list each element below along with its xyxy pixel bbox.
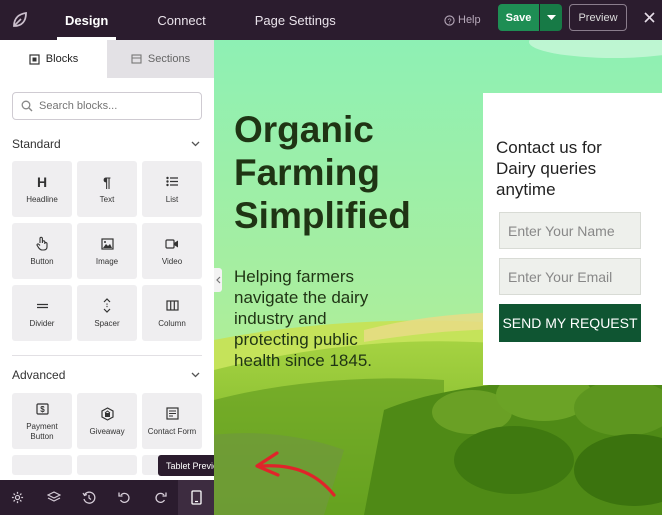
- block-button[interactable]: Button: [12, 223, 72, 279]
- tab-sections-label: Sections: [147, 53, 191, 65]
- hero-headline[interactable]: Organic Farming Simplified: [234, 108, 464, 237]
- blocks-sidebar: Blocks Sections Standard H Headline ¶ Te…: [0, 40, 214, 480]
- tab-connect[interactable]: Connect: [143, 0, 219, 40]
- contact-form-card: Contact us for Dairy queries anytime Ent…: [483, 93, 662, 385]
- block-more[interactable]: [12, 455, 72, 475]
- settings-icon[interactable]: [0, 480, 36, 515]
- page-canvas[interactable]: Organic Farming Simplified Helping farme…: [214, 40, 662, 515]
- column-icon: [165, 298, 179, 314]
- block-column[interactable]: Column: [142, 285, 202, 341]
- layers-icon[interactable]: [36, 480, 72, 515]
- block-label: Payment Button: [26, 421, 58, 441]
- standard-section-header[interactable]: Standard: [0, 136, 214, 152]
- advanced-heading: Advanced: [12, 368, 66, 382]
- sections-icon: [131, 54, 142, 64]
- block-label: Divider: [29, 318, 55, 328]
- block-label: Contact Form: [147, 426, 197, 436]
- image-icon: [100, 236, 114, 252]
- svg-text:$: $: [40, 405, 45, 414]
- svg-text:?: ?: [447, 16, 451, 25]
- chevron-up-icon: [191, 372, 200, 378]
- list-icon: [165, 174, 179, 190]
- undo-icon[interactable]: [107, 480, 143, 515]
- caret-down-icon: [546, 14, 556, 20]
- block-label: Video: [161, 256, 183, 266]
- block-label: Image: [95, 256, 119, 266]
- sidebar-collapse-handle[interactable]: [214, 268, 222, 292]
- help-icon: ?: [444, 14, 455, 26]
- standard-heading: Standard: [12, 137, 61, 151]
- block-contact-form[interactable]: Contact Form: [142, 393, 202, 449]
- advanced-section-header[interactable]: Advanced: [0, 367, 214, 383]
- block-label: Button: [30, 256, 54, 266]
- chevron-up-icon: [191, 141, 200, 147]
- preview-button[interactable]: Preview: [569, 4, 627, 31]
- redo-icon[interactable]: [143, 480, 179, 515]
- block-label: Spacer: [94, 318, 120, 328]
- tab-blocks-label: Blocks: [45, 53, 79, 65]
- top-bar: Design Connect Page Settings: [0, 0, 662, 40]
- block-image[interactable]: Image: [77, 223, 137, 279]
- spacer-icon: [102, 298, 112, 314]
- block-text[interactable]: ¶ Text: [77, 161, 137, 217]
- giveaway-icon: [100, 406, 114, 422]
- block-list[interactable]: List: [142, 161, 202, 217]
- save-options-button[interactable]: [539, 4, 562, 31]
- close-icon[interactable]: [640, 8, 658, 26]
- tab-page-settings[interactable]: Page Settings: [241, 0, 350, 40]
- tab-design[interactable]: Design: [51, 0, 122, 40]
- bottom-toolbar: [0, 480, 215, 515]
- section-divider: [12, 355, 202, 356]
- history-icon[interactable]: [71, 480, 107, 515]
- sidebar-tabs: Blocks Sections: [0, 40, 214, 78]
- email-field[interactable]: Enter Your Email: [499, 258, 641, 295]
- block-label: List: [165, 194, 179, 204]
- block-headline[interactable]: H Headline: [12, 161, 72, 217]
- block-label: Giveaway: [89, 426, 125, 436]
- hero-subtitle[interactable]: Helping farmers navigate the dairy indus…: [234, 266, 404, 371]
- help-link[interactable]: ? Help: [444, 0, 481, 40]
- block-spacer[interactable]: Spacer: [77, 285, 137, 341]
- search-icon: [21, 100, 33, 112]
- payment-icon: $: [35, 401, 49, 417]
- button-icon: [36, 236, 48, 252]
- block-label: Headline: [26, 194, 58, 204]
- block-divider[interactable]: Divider: [12, 285, 72, 341]
- block-payment-button[interactable]: $ Payment Button: [12, 393, 72, 449]
- headline-icon: H: [36, 173, 48, 190]
- block-label: Column: [158, 318, 186, 328]
- block-giveaway[interactable]: Giveaway: [77, 393, 137, 449]
- tab-sections[interactable]: Sections: [107, 40, 214, 78]
- name-field[interactable]: Enter Your Name: [499, 212, 641, 249]
- video-icon: [165, 236, 179, 252]
- annotation-arrow-icon: [255, 451, 336, 497]
- form-title: Contact us for Dairy queries anytime: [496, 138, 602, 199]
- divider-icon: [36, 298, 49, 314]
- tablet-icon[interactable]: [178, 480, 215, 515]
- contact-form-icon: [165, 406, 179, 422]
- blocks-icon: [29, 53, 40, 65]
- block-more[interactable]: [77, 455, 137, 475]
- seedprod-logo-icon[interactable]: [0, 0, 40, 40]
- block-label: Text: [99, 194, 115, 204]
- chevron-left-icon: [215, 276, 220, 284]
- block-video[interactable]: Video: [142, 223, 202, 279]
- send-request-button[interactable]: SEND MY REQUEST: [499, 304, 641, 342]
- save-button-group: Save: [498, 4, 562, 31]
- search-input[interactable]: [39, 100, 189, 112]
- tab-blocks[interactable]: Blocks: [0, 40, 107, 78]
- help-label: Help: [458, 14, 481, 26]
- save-button[interactable]: Save: [498, 4, 539, 31]
- standard-blocks-grid: H Headline ¶ Text List Button Image Vide…: [0, 161, 214, 341]
- text-icon: ¶: [103, 173, 111, 190]
- search-box[interactable]: [12, 92, 202, 120]
